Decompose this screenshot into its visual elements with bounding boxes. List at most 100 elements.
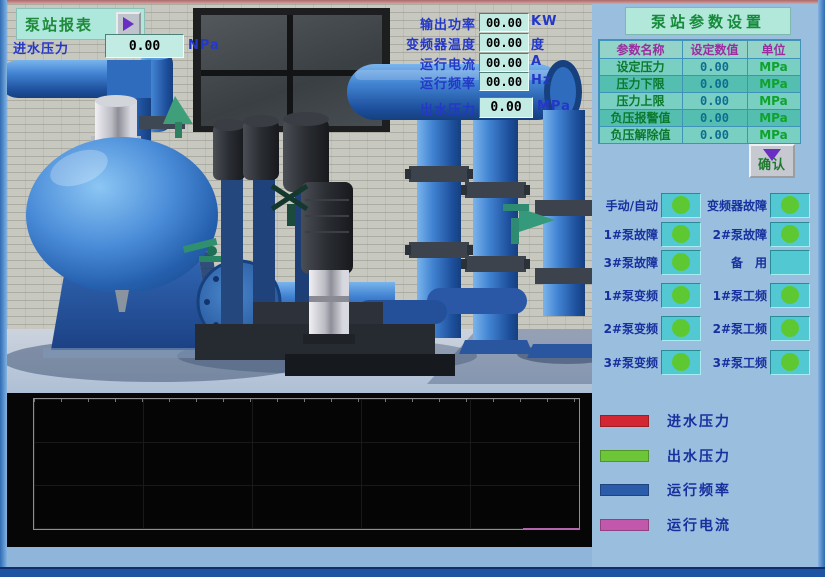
outlet-pressure-unit: MPa [537, 99, 571, 114]
metric-value: 00.00 [479, 53, 529, 72]
col-header: 单位 [747, 40, 801, 59]
lamp-icon [672, 353, 690, 371]
hmi-screen: 泵站报表 进水压力 0.00 NPa 输出功率 00.00 KW 变频器温度 0… [0, 0, 825, 577]
param-unit: MPa [747, 92, 801, 110]
param-name: 负压报警值 [599, 109, 683, 127]
metric-row: 输出功率 00.00 KW [7, 13, 592, 31]
legend-label: 进水压力 [667, 411, 731, 431]
metric-unit: Hz [531, 73, 551, 88]
param-value-field[interactable]: 0.00 [682, 92, 748, 110]
status-label: 3#泵故障 [596, 254, 658, 271]
legend-label: 运行频率 [667, 480, 731, 500]
settings-table: 参数名称 设定数值 单位 设定压力 0.00 MPa 压力下限 0.00 MPa… [598, 39, 801, 144]
lamp-icon [781, 319, 799, 337]
param-name: 设定压力 [599, 58, 683, 76]
col-header: 设定数值 [682, 40, 748, 59]
metric-unit: A [531, 54, 542, 69]
status-lamp-pump3-mains [770, 350, 810, 375]
status-row: 手动/自动 变频器故障 [596, 193, 808, 217]
legend-label: 出水压力 [667, 446, 731, 466]
status-lamp-pump1-vfd [661, 283, 701, 308]
status-label: 3#泵变频 [596, 354, 658, 371]
status-label: 手动/自动 [596, 197, 658, 214]
metric-label: 变频器温度 [406, 34, 476, 53]
lamp-icon [781, 225, 799, 243]
status-label: 1#泵变频 [596, 287, 658, 304]
trace-running-current [523, 528, 580, 530]
param-unit: MPa [747, 58, 801, 76]
param-value-field[interactable]: 0.00 [682, 109, 748, 127]
metric-value: 00.00 [479, 72, 529, 91]
lamp-icon [781, 353, 799, 371]
status-label: 2#泵工频 [705, 320, 767, 337]
param-unit: MPa [747, 109, 801, 127]
outlet-pressure-label: 出水压力 [420, 99, 476, 118]
status-lamp-manual-auto [661, 193, 701, 218]
pump-station-scene: 泵站报表 进水压力 0.00 NPa 输出功率 00.00 KW 变频器温度 0… [7, 4, 592, 393]
legend-label: 运行电流 [667, 515, 731, 535]
status-lamp-pump3-fault [661, 250, 701, 275]
metric-label: 运行频率 [420, 73, 476, 92]
status-label: 2#泵故障 [705, 226, 767, 243]
status-label: 2#泵变频 [596, 320, 658, 337]
status-lamp-vfd-fault [770, 193, 810, 218]
col-header: 参数名称 [599, 40, 683, 59]
lamp-icon [672, 286, 690, 304]
status-label: 备 用 [705, 254, 767, 271]
metric-label: 运行电流 [420, 54, 476, 73]
trend-chart [7, 393, 592, 547]
lamp-icon [672, 319, 690, 337]
legend-item: 运行电流 [600, 518, 812, 532]
status-row: 1#泵变频 1#泵工频 [596, 283, 808, 307]
param-name: 压力下限 [599, 75, 683, 93]
legend-item: 运行频率 [600, 483, 812, 497]
status-lamp-pump2-mains [770, 316, 810, 341]
status-row: 1#泵故障 2#泵故障 [596, 222, 808, 246]
status-row: 3#泵故障 备 用 [596, 250, 808, 274]
param-name: 压力上限 [599, 92, 683, 110]
window-frame-top [0, 0, 825, 4]
window-frame-right [818, 0, 825, 577]
status-lamp-pump3-vfd [661, 350, 701, 375]
param-name: 负压解除值 [599, 126, 683, 144]
panel-title: 泵站参数设置 [625, 7, 791, 35]
param-value-field[interactable]: 0.00 [682, 75, 748, 93]
metric-unit: 度 [531, 34, 545, 53]
lamp-icon [672, 225, 690, 243]
status-lamp-pump2-vfd [661, 316, 701, 341]
metric-row: 运行电流 00.00 A [7, 53, 592, 71]
status-lamp-pump1-fault [661, 222, 701, 247]
outlet-pressure-group: 出水压力 0.00 MPa [7, 97, 592, 117]
metric-value: 00.00 [479, 33, 529, 52]
status-row: 2#泵变频 2#泵工频 [596, 316, 808, 340]
window-frame-bottom [0, 567, 825, 577]
lamp-icon [781, 196, 799, 214]
metric-row: 变频器温度 00.00 度 [7, 33, 592, 51]
metric-label: 输出功率 [420, 14, 476, 33]
metric-row: 运行频率 00.00 Hz [7, 72, 592, 90]
param-value-field[interactable]: 0.00 [682, 126, 748, 144]
status-lamp-pump1-mains [770, 283, 810, 308]
metric-unit: KW [531, 14, 557, 29]
status-label: 1#泵故障 [596, 226, 658, 243]
legend-item: 出水压力 [600, 449, 812, 463]
confirm-label: 确认 [758, 154, 786, 173]
status-lamp-pump2-fault [770, 222, 810, 247]
legend-item: 进水压力 [600, 414, 812, 428]
status-label: 变频器故障 [705, 197, 767, 214]
metric-value: 00.00 [479, 13, 529, 32]
status-label: 3#泵工频 [705, 354, 767, 371]
status-lamp-spare [770, 250, 810, 275]
lamp-icon [672, 253, 690, 271]
axis-ticks [34, 399, 579, 402]
lamp-icon [672, 196, 690, 214]
status-label: 1#泵工频 [705, 287, 767, 304]
window-frame-left [0, 0, 7, 577]
param-unit: MPa [747, 126, 801, 144]
outlet-pressure-value: 0.00 [479, 97, 533, 118]
trend-plot-area [33, 398, 580, 530]
legend-swatch [600, 484, 649, 496]
param-value-field[interactable]: 0.00 [682, 58, 748, 76]
confirm-button[interactable]: 确认 [749, 144, 795, 178]
legend-swatch [600, 450, 649, 462]
